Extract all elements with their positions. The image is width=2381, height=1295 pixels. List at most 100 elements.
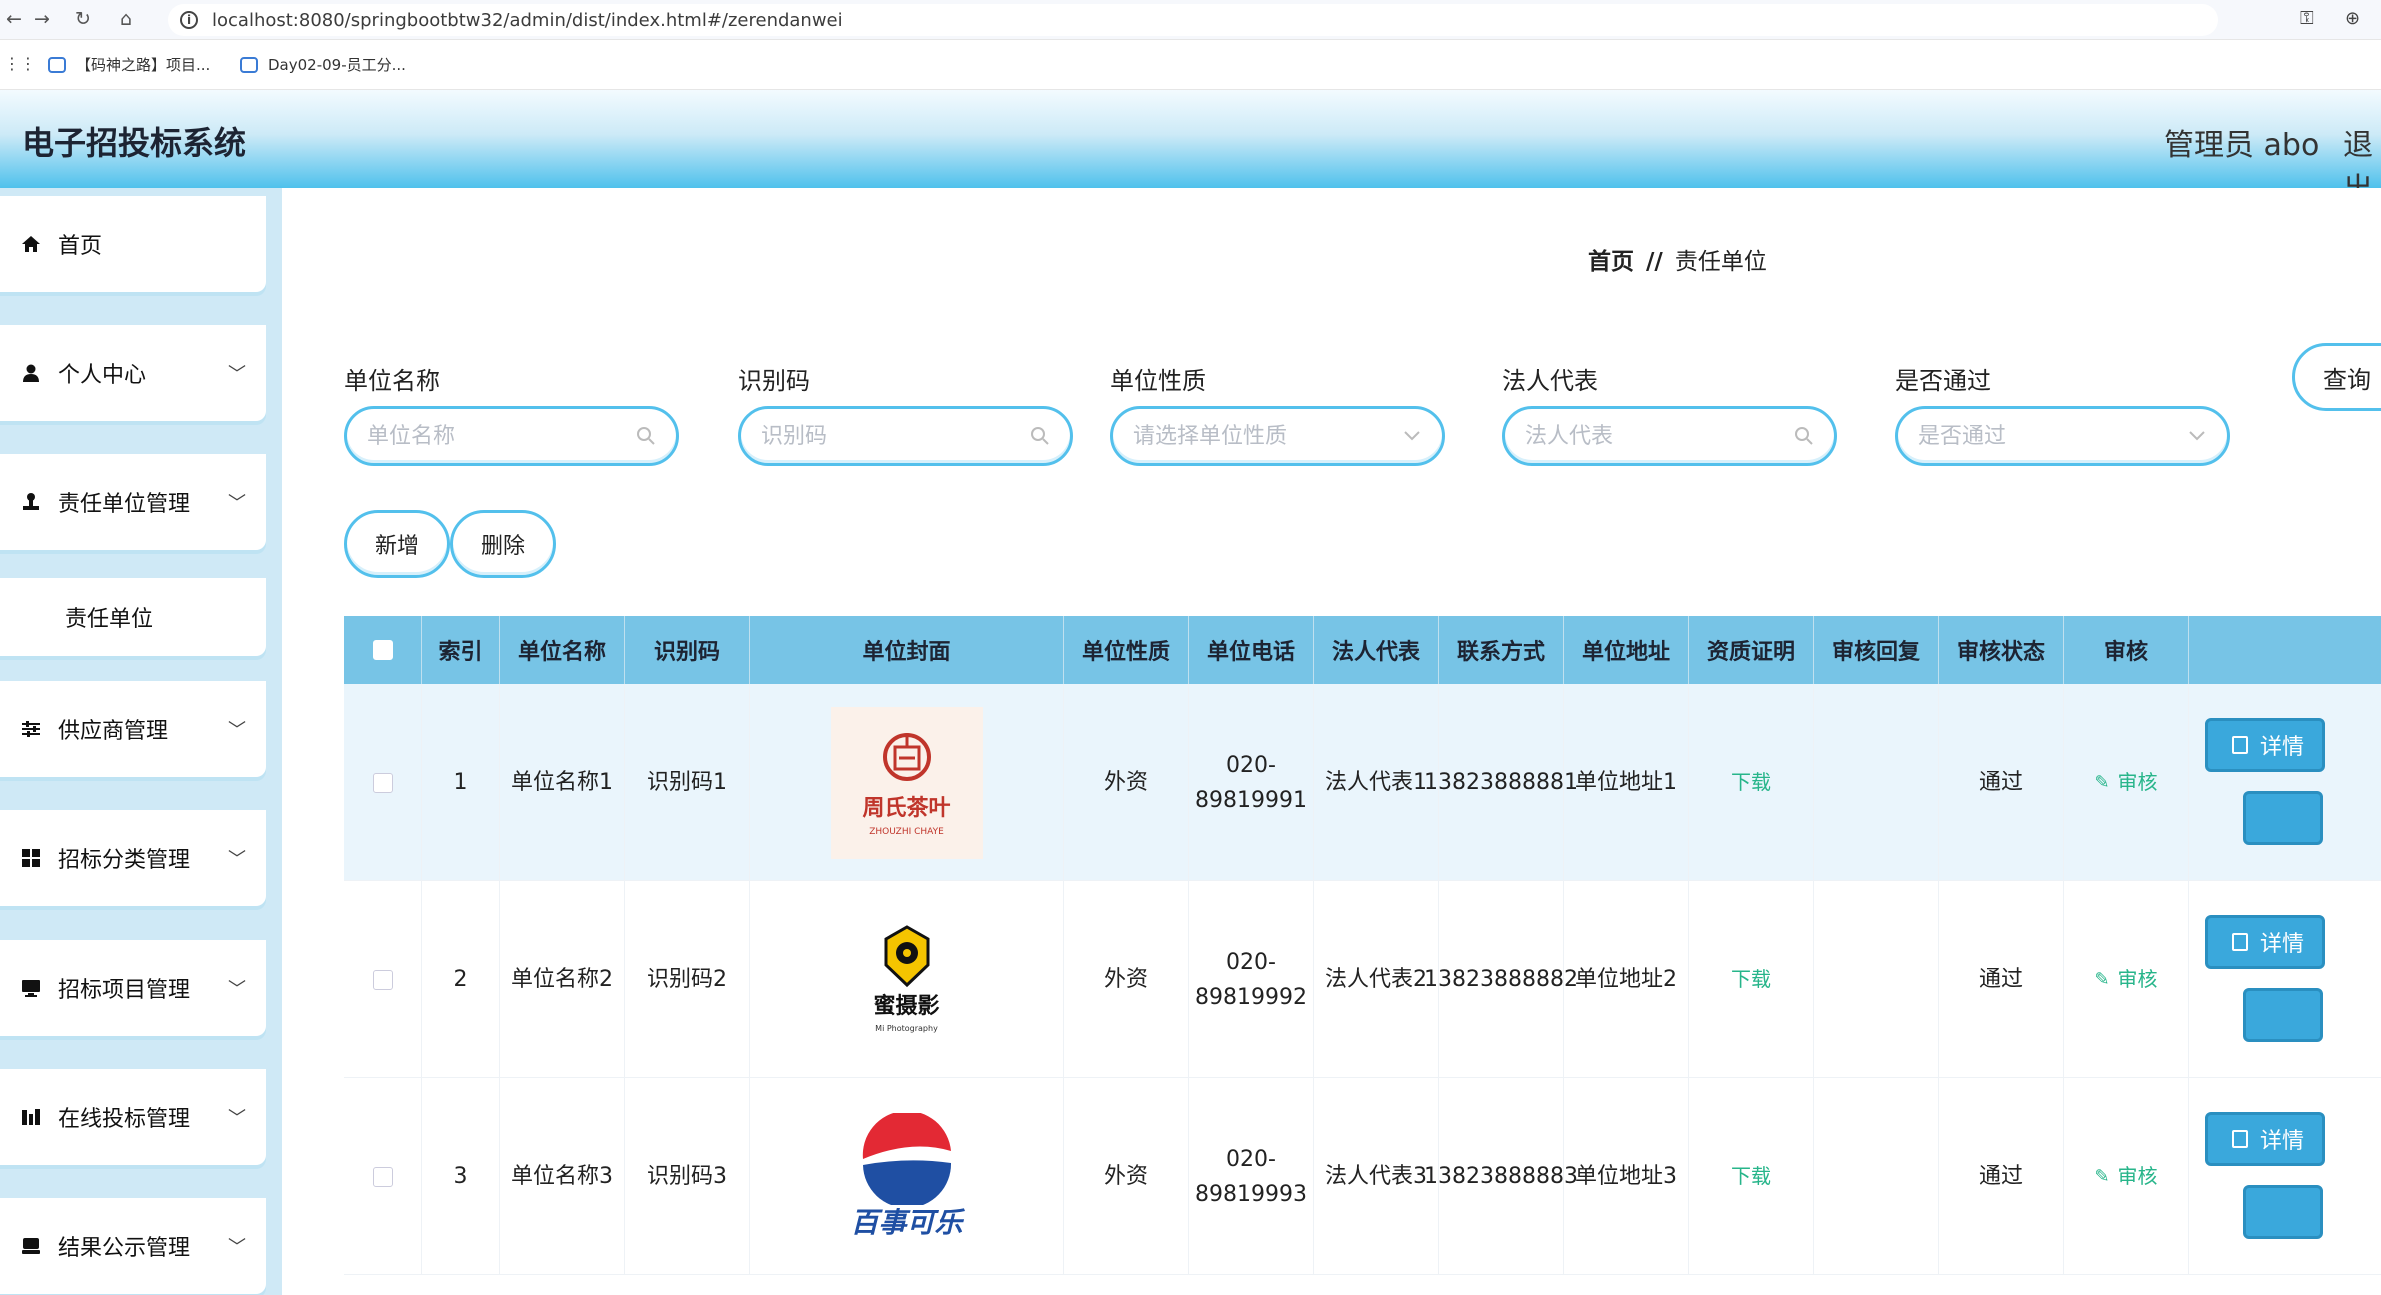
column-header: 单位电话 (1189, 616, 1314, 684)
sidebar-item-label: 责任单位 (65, 607, 154, 632)
audit-link[interactable]: ✎ 审核 (2094, 765, 2157, 800)
home-browser-icon[interactable]: ⌂ (120, 8, 132, 30)
password-key-icon[interactable]: ⚿ (2300, 8, 2314, 29)
table-row: 2 单位名称2 识别码2 蜜摄影 Mi Photography 外资 020-8… (344, 881, 2381, 1078)
chevron-down-icon: ﹀ (228, 720, 246, 741)
unit-nature-select-input[interactable] (1133, 423, 1402, 449)
cell-phone: 020-89819992 (1189, 881, 1314, 1078)
sidebar-item-unit-management[interactable]: 责任单位管理 ﹀ (0, 454, 266, 550)
sidebar-item-category-management[interactable]: 招标分类管理 ﹀ (0, 810, 266, 906)
table-row: 1 单位名称1 识别码1 周氏茶叶 ZHOUZHI CHAYE 外资 020-8… (344, 684, 2381, 881)
back-icon[interactable]: ← (6, 8, 22, 30)
bookmark-item[interactable]: Day02-09-员工分... (240, 54, 406, 75)
bookmark-label: Day02-09-员工分... (268, 56, 406, 74)
cell-cert: 下载 (1689, 881, 1814, 1078)
cell-actions (2189, 881, 2354, 1078)
bookmark-icon (48, 56, 66, 73)
forward-icon[interactable]: → (34, 8, 50, 30)
cell-index: 2 (422, 881, 500, 1078)
download-link[interactable]: 下载 (1731, 765, 1771, 800)
row-select-cell (344, 684, 422, 881)
bookmarks-bar: ⋮⋮ 【码神之路】项目... Day02-09-员工分... (0, 40, 2381, 90)
chevron-down-icon: ﹀ (228, 364, 246, 385)
select-all-checkbox[interactable] (372, 640, 393, 660)
cell-cover: 蜜摄影 Mi Photography (750, 881, 1064, 1078)
legal-rep-input-wrap (1502, 406, 1837, 466)
row-checkbox[interactable] (372, 1166, 393, 1187)
cell-status: 通过 (1939, 684, 2064, 881)
audit-link[interactable]: ✎ 审核 (2094, 962, 2157, 997)
tea-logo-icon (882, 733, 931, 781)
zoom-icon[interactable]: ⊕ (2345, 8, 2360, 29)
search-icon (1030, 425, 1050, 447)
cover-image-pepsi[interactable]: 百事可乐 (831, 1101, 983, 1253)
edit-button[interactable] (2243, 1185, 2323, 1239)
breadcrumb-home[interactable]: 首页 (1588, 249, 1634, 275)
detail-label: 详情 (2260, 932, 2305, 957)
approved-select[interactable] (1895, 406, 2230, 466)
column-header: 审核状态 (1939, 616, 2064, 684)
column-header-actions (2189, 616, 2354, 684)
cell-audit: ✎ 审核 (2064, 881, 2189, 1078)
table-header: 索引 单位名称 识别码 单位封面 单位性质 单位电话 法人代表 联系方式 单位地… (344, 616, 2381, 684)
edit-button[interactable] (2243, 791, 2323, 845)
audit-link[interactable]: ✎ 审核 (2094, 1159, 2157, 1194)
apps-icon[interactable]: ⋮⋮ (4, 54, 36, 73)
code-input-wrap (738, 406, 1073, 466)
sidebar-item-bidding-management[interactable]: 在线投标管理 ﹀ (0, 1069, 266, 1165)
row-select-cell (344, 1078, 422, 1275)
detail-button[interactable]: 详情 (2205, 1112, 2325, 1166)
cover-brand-text: 周氏茶叶 (862, 796, 951, 821)
cover-image-zhoushi[interactable]: 周氏茶叶 ZHOUZHI CHAYE (830, 706, 983, 859)
sidebar-item-home[interactable]: 首页 (0, 196, 266, 292)
column-header: 资质证明 (1689, 616, 1814, 684)
unit-name-label: 单位名称 (344, 367, 440, 395)
cell-actions (2189, 1078, 2354, 1275)
detail-label: 详情 (2260, 735, 2305, 760)
detail-button[interactable]: 详情 (2205, 718, 2325, 772)
breadcrumb-separator: // (1646, 249, 1663, 275)
sidebar-item-supplier-management[interactable]: 供应商管理 ﹀ (0, 681, 266, 777)
download-link[interactable]: 下载 (1731, 1159, 1771, 1194)
bookmark-item[interactable]: 【码神之路】项目... (48, 54, 210, 75)
unit-name-input[interactable] (367, 423, 636, 449)
unit-nature-select[interactable] (1110, 406, 1445, 466)
approved-label: 是否通过 (1895, 367, 1991, 395)
sliders-icon (20, 718, 42, 740)
row-checkbox[interactable] (372, 772, 393, 793)
cell-address: 单位地址3 (1564, 1078, 1689, 1275)
column-header: 审核回复 (1814, 616, 1939, 684)
detail-button[interactable]: 详情 (2205, 915, 2325, 969)
approved-select-input[interactable] (1918, 423, 2187, 449)
breadcrumb: 首页 // 责任单位 (1588, 242, 1767, 276)
current-user: 管理员 abo (2164, 128, 2320, 163)
query-button[interactable]: 查询 (2292, 343, 2381, 411)
download-link[interactable]: 下载 (1731, 962, 1771, 997)
sidebar-item-label: 个人中心 (58, 363, 147, 388)
cell-name: 单位名称3 (500, 1078, 625, 1275)
row-checkbox[interactable] (372, 969, 393, 990)
reload-icon[interactable]: ↻ (75, 8, 91, 30)
search-icon (636, 425, 656, 447)
pepsi-logo-icon (862, 1113, 951, 1205)
sidebar-item-project-management[interactable]: 招标项目管理 ﹀ (0, 940, 266, 1036)
sidebar-item-unit[interactable]: 责任单位 (0, 578, 266, 656)
edit-button[interactable] (2243, 988, 2323, 1042)
search-icon (1794, 425, 1814, 447)
add-button[interactable]: 新增 (344, 510, 450, 578)
code-input[interactable] (761, 423, 1030, 449)
cover-image-mi-photography[interactable]: 蜜摄影 Mi Photography (831, 904, 983, 1056)
cell-cover: 百事可乐 (750, 1078, 1064, 1275)
column-header: 单位名称 (500, 616, 625, 684)
column-header: 审核 (2064, 616, 2189, 684)
cell-nature: 外资 (1064, 1078, 1189, 1275)
sidebar-item-label: 供应商管理 (58, 719, 169, 744)
delete-button[interactable]: 删除 (450, 510, 556, 578)
cell-legal: 法人代表1 (1314, 684, 1439, 881)
site-info-icon[interactable]: i (180, 11, 198, 29)
legal-rep-input[interactable] (1525, 423, 1794, 449)
cell-cover: 周氏茶叶 ZHOUZHI CHAYE (750, 684, 1064, 881)
sidebar-item-result-management[interactable]: 结果公示管理 ﹀ (0, 1198, 266, 1294)
sidebar-item-personal-center[interactable]: 个人中心 ﹀ (0, 325, 266, 421)
address-bar[interactable]: i localhost:8080/springbootbtw32/admin/d… (168, 4, 2218, 36)
